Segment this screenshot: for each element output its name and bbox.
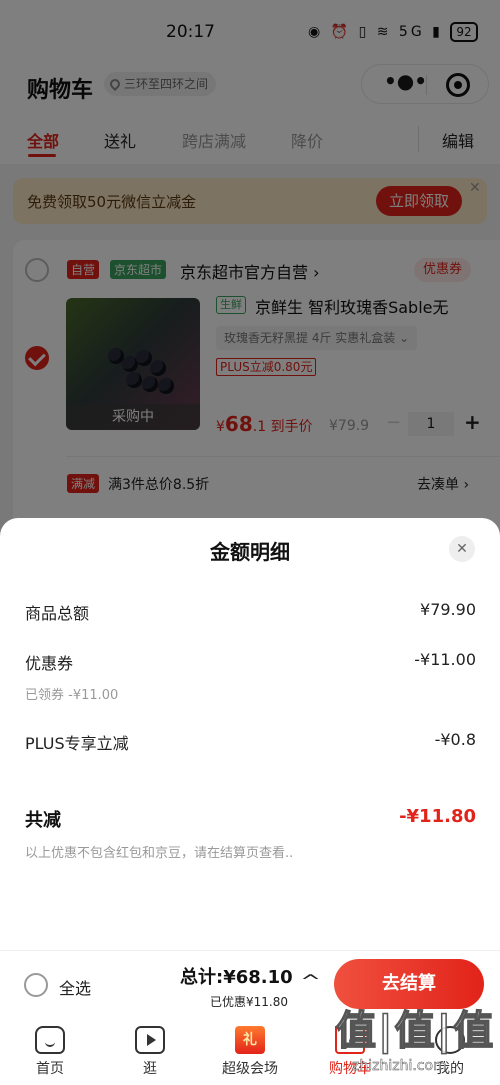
nav-label: 超级会场 — [222, 1061, 278, 1077]
row-sub-coupon: 已领券 -¥11.00 — [25, 688, 119, 703]
home-icon — [35, 1026, 65, 1054]
play-icon — [135, 1026, 165, 1054]
row-label-subtotal: 商品总额 — [25, 604, 90, 623]
select-all-label[interactable]: 全选 — [59, 975, 91, 999]
price-detail-sheet: 金额明细 ✕ 商品总额 ¥79.90 优惠券 -¥11.00 已领券 -¥11.… — [0, 518, 500, 950]
nav-browse[interactable]: 逛 — [100, 1016, 200, 1085]
nav-super-venue[interactable]: 礼 超级会场 — [200, 1016, 300, 1085]
row-label-plus: PLUS专享立减 — [25, 734, 129, 753]
sheet-title: 金额明细 — [210, 540, 290, 564]
nav-home[interactable]: 首页 — [0, 1016, 100, 1085]
saved-amount: 已优惠¥11.80 — [210, 995, 288, 1009]
chevron-up-icon[interactable]: ^ — [300, 971, 321, 992]
row-value-plus: -¥0.8 — [434, 730, 476, 749]
total-discount-label: 共减 — [25, 810, 61, 831]
row-label-coupon: 优惠券 — [25, 654, 74, 673]
row-value-coupon: -¥11.00 — [414, 650, 476, 669]
row-value-subtotal: ¥79.90 — [420, 600, 476, 619]
select-all-checkbox[interactable] — [24, 973, 48, 997]
close-icon[interactable]: ✕ — [449, 536, 475, 562]
nav-label: 逛 — [143, 1061, 157, 1077]
total-discount-value: -¥11.80 — [399, 806, 476, 827]
total-price: 总计:¥68.10 — [180, 967, 293, 988]
watermark: 值|值|值 — [335, 1007, 496, 1055]
watermark-url: zhizhizhi.com — [352, 1058, 447, 1075]
discount-note: 以上优惠不包含红包和京豆，请在结算页查看.. — [25, 846, 294, 861]
gift-icon: 礼 — [235, 1026, 265, 1054]
nav-label: 首页 — [36, 1061, 64, 1077]
